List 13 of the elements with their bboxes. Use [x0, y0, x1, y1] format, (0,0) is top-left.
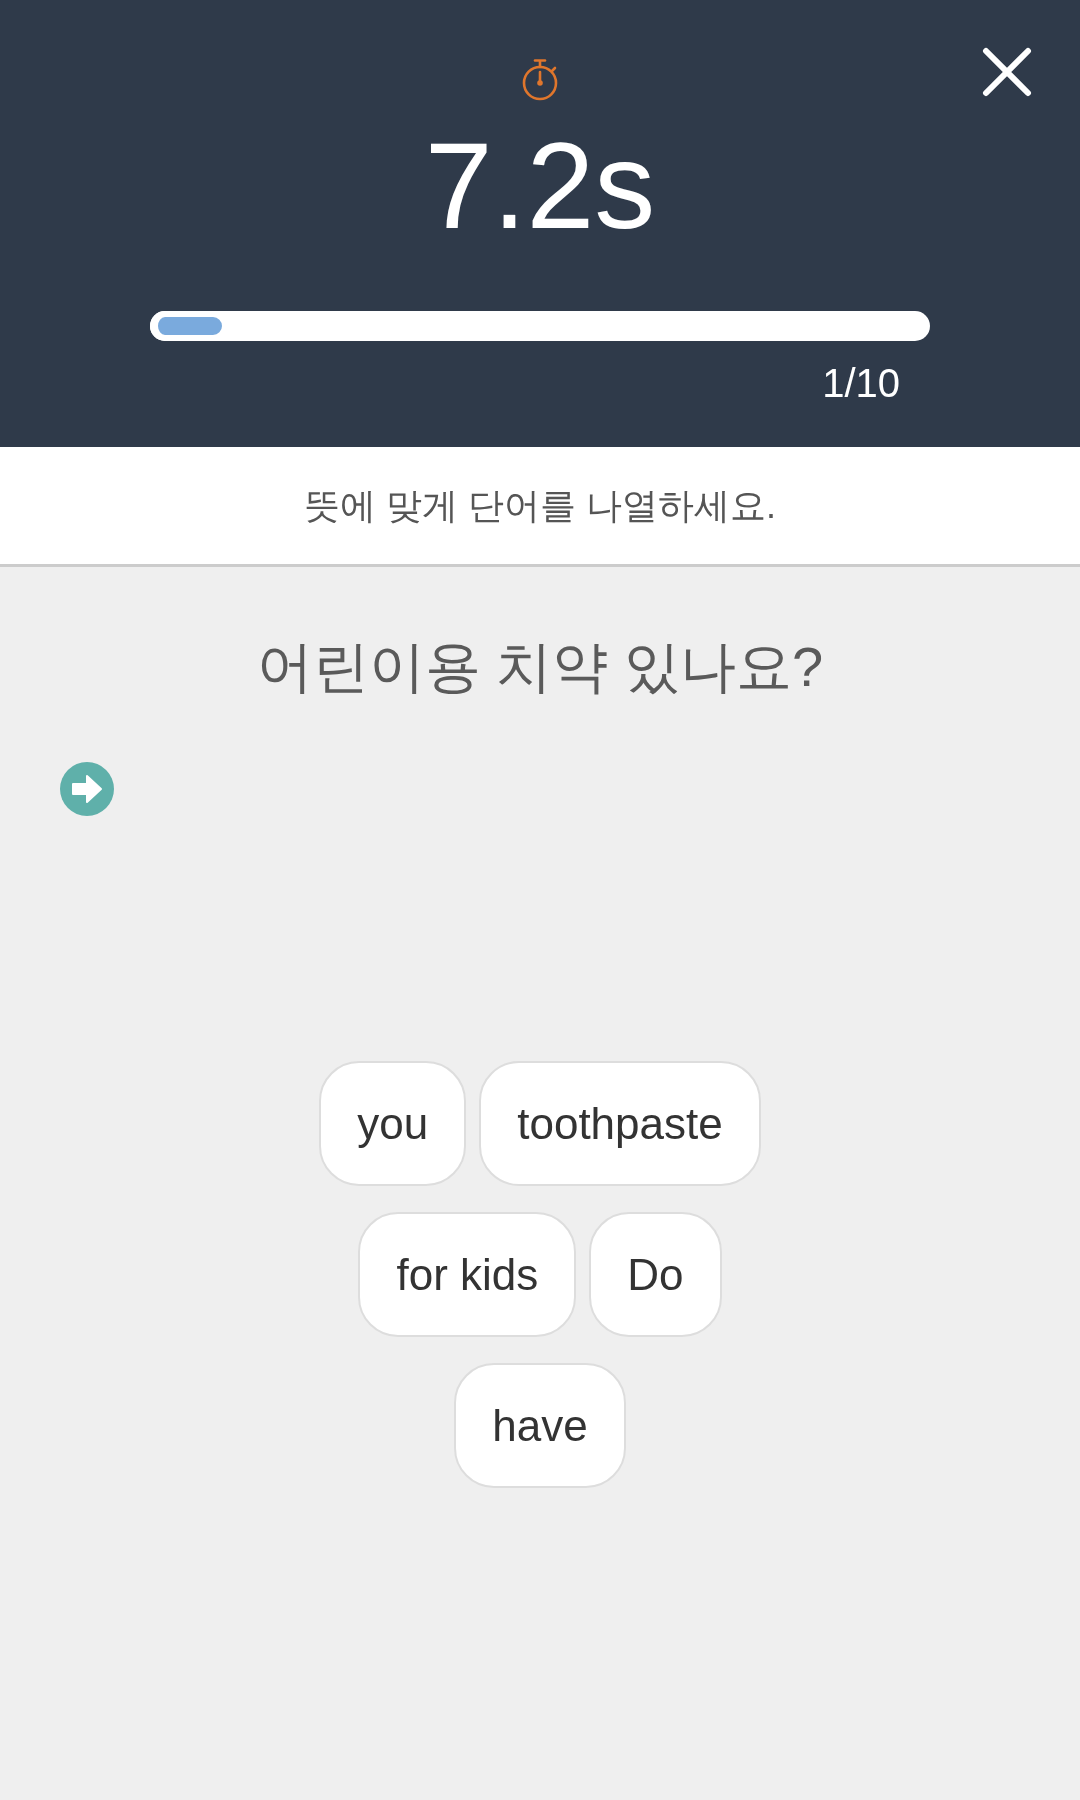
instruction-text: 뜻에 맞게 단어를 나열하세요.	[304, 483, 776, 528]
timer-value: 7.2s	[424, 125, 656, 247]
arrow-right-icon	[60, 762, 114, 817]
close-icon	[982, 47, 1032, 97]
question-text: 어린이용 치약 있나요?	[256, 634, 824, 700]
close-button[interactable]	[982, 47, 1032, 97]
stopwatch-icon	[520, 58, 560, 101]
word-chip[interactable]: you	[319, 1061, 467, 1187]
question-counter: 1/10	[822, 360, 900, 407]
word-chip[interactable]: for kids	[358, 1212, 577, 1338]
word-chip[interactable]: toothpaste	[479, 1061, 761, 1187]
word-chip[interactable]: have	[454, 1363, 626, 1489]
word-chip[interactable]: Do	[589, 1212, 722, 1338]
